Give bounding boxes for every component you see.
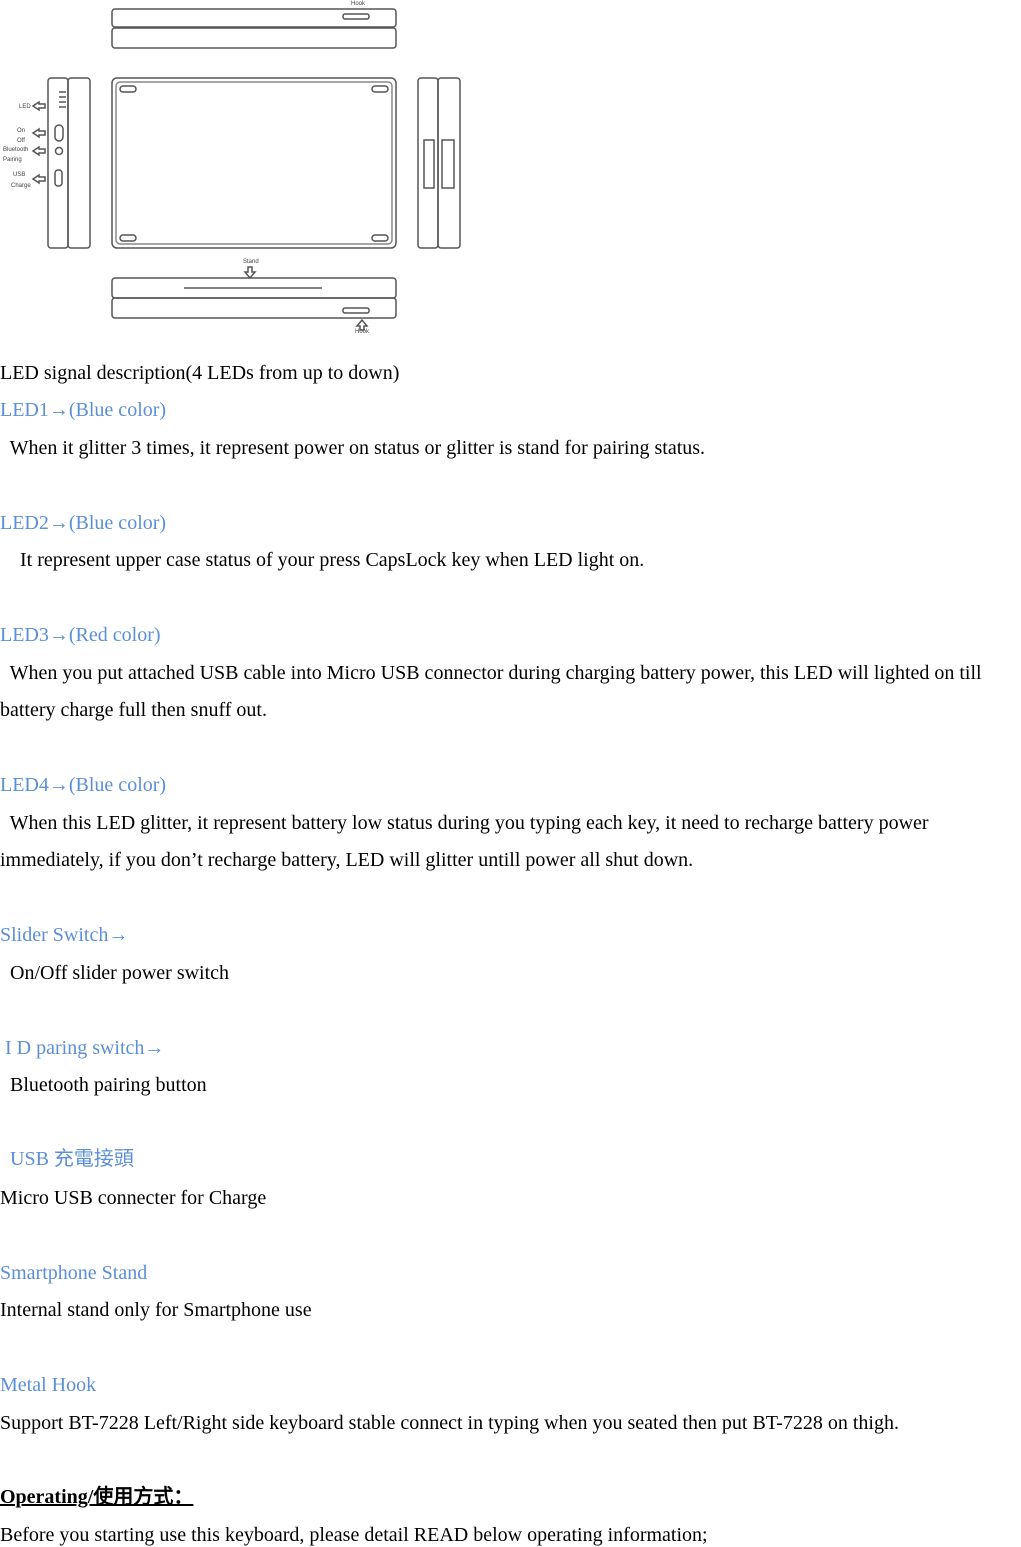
label-led: LED [19, 104, 31, 110]
usb-description: Micro USB connecter for Charge [0, 1187, 267, 1209]
led4-description-line2: immediately, if you don’t recharge batte… [0, 849, 694, 871]
intro-text: LED signal description(4 LEDs from up to… [0, 362, 400, 384]
hook-description: Support BT-7228 Left/Right side keyboard… [0, 1412, 899, 1434]
led3-description-line2: battery charge full then snuff out. [0, 699, 267, 721]
led1-description: When it glitter 3 times, it represent po… [0, 437, 706, 459]
slider-switch-heading: Slider Switch→ [0, 924, 129, 946]
usb-heading: USB 充電接頭 [0, 1148, 134, 1170]
id-pairing-description: Bluetooth pairing button [0, 1074, 207, 1096]
led3-description-line1: When you put attached USB cable into Mic… [0, 662, 982, 684]
id-pairing-heading: I D paring switch→ [0, 1037, 165, 1059]
label-hook-top: Hook [351, 1, 366, 7]
hook-heading: Metal Hook [0, 1374, 97, 1396]
label-pairing: Pairing [3, 157, 22, 163]
led2-heading: LED2→(Blue color) [0, 512, 167, 534]
label-bluetooth: Bluetooth [3, 147, 28, 153]
led1-heading: LED1→(Blue color) [0, 399, 167, 421]
led4-heading: LED4→(Blue color) [0, 774, 167, 796]
label-stand: Stand [243, 259, 259, 265]
label-usb: USB [13, 172, 25, 178]
operating-heading: Operating/使用方式： [0, 1486, 194, 1508]
led3-heading: LED3→(Red color) [0, 624, 161, 646]
led2-description: It represent upper case status of your p… [0, 549, 645, 571]
stand-description: Internal stand only for Smartphone use [0, 1299, 312, 1321]
led4-description-line1: When this LED glitter, it represent batt… [0, 812, 929, 834]
label-off: Off [17, 138, 25, 144]
label-charge: Charge [11, 183, 31, 189]
label-hook-bottom: Hook [355, 329, 370, 335]
slider-switch-description: On/Off slider power switch [0, 962, 230, 984]
keyboard-diagram: Hook LED On Off Bluetooth Pairing USB Ch… [3, 1, 461, 335]
operating-text: Before you starting use this keyboard, p… [0, 1524, 708, 1546]
label-on: On [17, 128, 25, 134]
stand-heading: Smartphone Stand [0, 1262, 148, 1284]
